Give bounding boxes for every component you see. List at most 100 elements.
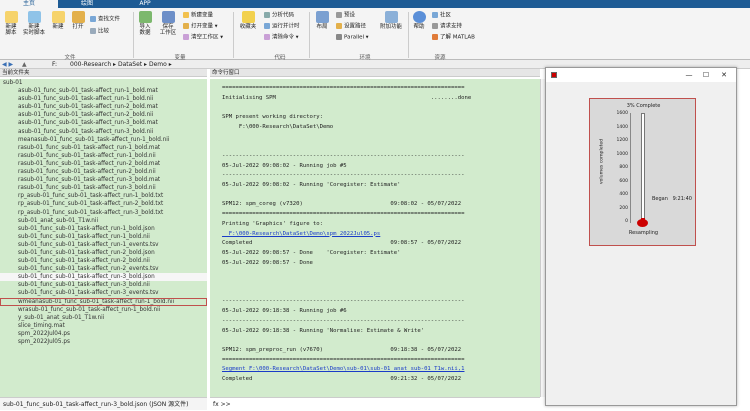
file-item[interactable]: asub-01_func_sub-01_task-affect_run-1_bo… [0,87,207,95]
file-item[interactable]: sub-01_anat_sub-01_T1w.nii [0,217,207,225]
progress-tick-label: 0 [625,219,628,224]
open-folder-icon [71,11,85,23]
favorites-button[interactable]: 收藏夹 [237,11,259,30]
new-button[interactable]: 新建 [50,11,66,30]
file-item[interactable]: rasub-01_func_sub-01_task-affect_run-3_b… [0,184,207,192]
community-button[interactable]: 社区 [432,12,451,20]
progress-began: Began 9:21:40 [652,196,692,202]
file-item[interactable]: asub-01_func_sub-01_task-affect_run-2_bo… [0,111,207,119]
file-item[interactable]: sub-01_func_sub-01_task-affect_run-3_eve… [0,289,207,297]
set-path-label: 设置路径 [344,23,367,30]
command-output-link[interactable]: Segment F:\000-Research\DataSet\Demo\sub… [222,366,464,373]
set-path-button[interactable]: 设置路径 [336,23,366,31]
new-variable-label: 新建变量 [191,12,214,19]
command-output-line: Printing 'Graphics' figure to: [222,220,324,227]
tab-home[interactable]: 主页 [0,0,58,8]
star-icon [241,11,255,23]
gear-icon [336,12,342,18]
open-button[interactable]: 打开 [70,11,86,30]
help-button[interactable]: 帮助 [411,11,427,30]
file-item[interactable]: rp_asub-01_func_sub-01_task-affect_run-2… [0,200,207,208]
parallel-label: Parallel ▾ [344,34,369,41]
file-item[interactable]: slice_timing.mat [0,322,207,330]
file-item[interactable]: spm_2022Jul05.ps [0,338,207,346]
open-variable-button[interactable]: 打开变量 ▾ [183,23,218,31]
clear-commands-icon [264,34,270,40]
learn-matlab-button[interactable]: 了解 MATLAB [432,34,475,42]
favorites-label: 收藏夹 [239,24,257,30]
command-output-line: SPM12: spm_preproc_run (v7670) 09:18:38 … [222,346,462,353]
file-item[interactable]: rasub-01_func_sub-01_task-affect_run-2_b… [0,160,207,168]
clear-workspace-button[interactable]: 清空工作区 ▾ [183,34,223,42]
file-item[interactable]: rasub-01_func_sub-01_task-affect_run-1_b… [0,152,207,160]
preferences-button[interactable]: 预设 [336,12,355,20]
file-item[interactable]: wmeanasub-01_func_sub-01_task-affect_run… [0,297,207,306]
tab-plots[interactable]: 绘图 [58,0,116,8]
file-item[interactable]: wrasub-01_func_sub-01_task-affect_run-1_… [0,306,207,314]
clear-commands-button[interactable]: 清除命令 ▾ [264,34,299,42]
file-item[interactable]: sub-01_func_sub-01_task-affect_run-3_bol… [0,281,207,289]
file-item[interactable]: meanasub-01_func_sub-01_task-affect_run-… [0,136,207,144]
up-folder-icon[interactable]: ▲ [22,60,27,69]
command-output-line: ----------------------------------------… [222,152,465,159]
analyze-code-button[interactable]: 分析代码 [264,12,294,20]
command-window[interactable]: ========================================… [210,79,540,397]
file-item[interactable]: asub-01_func_sub-01_task-affect_run-2_bo… [0,103,207,111]
run-time-label: 运行并计时 [272,23,300,30]
file-item[interactable]: rp_asub-01_func_sub-01_task-affect_run-1… [0,192,207,200]
close-button[interactable]: ✕ [716,68,732,82]
file-item[interactable]: sub-01_func_sub-01_task-affect_run-3_bol… [0,273,207,282]
command-output-line: ========================================… [222,356,465,363]
file-item[interactable]: spm_2022Jul04.ps [0,330,207,338]
command-output-link[interactable]: F:\000-Research\DataSet\Demo\spm_2022Jul… [222,231,381,238]
new-live-script-button[interactable]: 新建 实时脚本 [22,11,46,36]
run-and-time-button[interactable]: 运行并计时 [264,23,300,31]
tab-apps[interactable]: APP [116,0,174,8]
file-item[interactable]: sub-01_func_sub-01_task-affect_run-1_bol… [0,225,207,233]
community-icon [432,12,438,18]
file-item[interactable]: rp_asub-01_func_sub-01_task-affect_run-3… [0,209,207,217]
new-script-button[interactable]: 新建 脚本 [2,11,20,36]
find-files-label: 查找文件 [98,16,121,23]
progress-tick-label: 1200 [616,138,628,143]
minimize-button[interactable]: — [681,68,697,82]
new-variable-button[interactable]: 新建变量 [183,12,213,20]
parallel-button[interactable]: Parallel ▾ [336,34,369,42]
file-item[interactable]: asub-01_func_sub-01_task-affect_run-3_bo… [0,128,207,136]
file-item[interactable]: asub-01_func_sub-01_task-affect_run-1_bo… [0,95,207,103]
command-input[interactable]: fx >> [210,397,540,410]
divider [133,12,134,58]
command-output-line: 05-Jul-2022 09:08:02 - Running job #5 [222,162,347,169]
save-workspace-button[interactable]: 保存 工作区 [158,11,178,36]
maximize-button[interactable]: ☐ [698,68,714,82]
command-output-line: ----------------------------------------… [222,317,465,324]
addons-button[interactable]: 附加功能 [378,11,404,30]
import-data-button[interactable]: 导入 数据 [136,11,154,36]
file-item[interactable]: rasub-01_func_sub-01_task-affect_run-3_b… [0,176,207,184]
back-arrow-icon[interactable]: ◀ ▶ [2,60,13,69]
address-drive[interactable]: F: [52,60,57,69]
file-item[interactable]: sub-01_func_sub-01_task-affect_run-1_eve… [0,241,207,249]
layout-icon [315,11,329,23]
address-path[interactable]: 000-Research ▸ DataSet ▸ Demo ▸ [70,60,172,69]
progress-tick-label: 1400 [616,124,628,130]
file-item[interactable]: rasub-01_func_sub-01_task-affect_run-1_b… [0,144,207,152]
file-item[interactable]: sub-01_func_sub-01_task-affect_run-2_bol… [0,257,207,265]
request-support-button[interactable]: 请求支持 [432,23,462,31]
command-output-line: 05-Jul-2022 09:08:57 - Done [222,259,313,266]
file-item[interactable]: rasub-01_func_sub-01_task-affect_run-2_b… [0,168,207,176]
file-list[interactable]: sub-01 asub-01_func_sub-01_task-affect_ru… [0,79,207,397]
file-item[interactable]: sub-01_func_sub-01_task-affect_run-2_bol… [0,249,207,257]
find-files-button[interactable]: 查找文件 [90,16,120,24]
file-item[interactable]: sub-01_func_sub-01_task-affect_run-2_eve… [0,265,207,273]
support-label: 请求支持 [440,23,463,30]
file-item[interactable]: sub-01_func_sub-01_task-affect_run-1_bol… [0,233,207,241]
layout-button[interactable]: 布局 [313,11,331,30]
progress-status: Resampling [628,230,659,236]
analyze-label: 分析代码 [272,12,295,19]
file-item[interactable]: asub-01_func_sub-01_task-affect_run-3_bo… [0,119,207,127]
compare-button[interactable]: 比较 [90,28,109,36]
file-item[interactable]: y_sub-01_anat_sub-01_T1w.nii [0,314,207,322]
window-titlebar: — ☐ ✕ [546,68,736,82]
folder-item[interactable]: sub-01 [0,79,207,87]
